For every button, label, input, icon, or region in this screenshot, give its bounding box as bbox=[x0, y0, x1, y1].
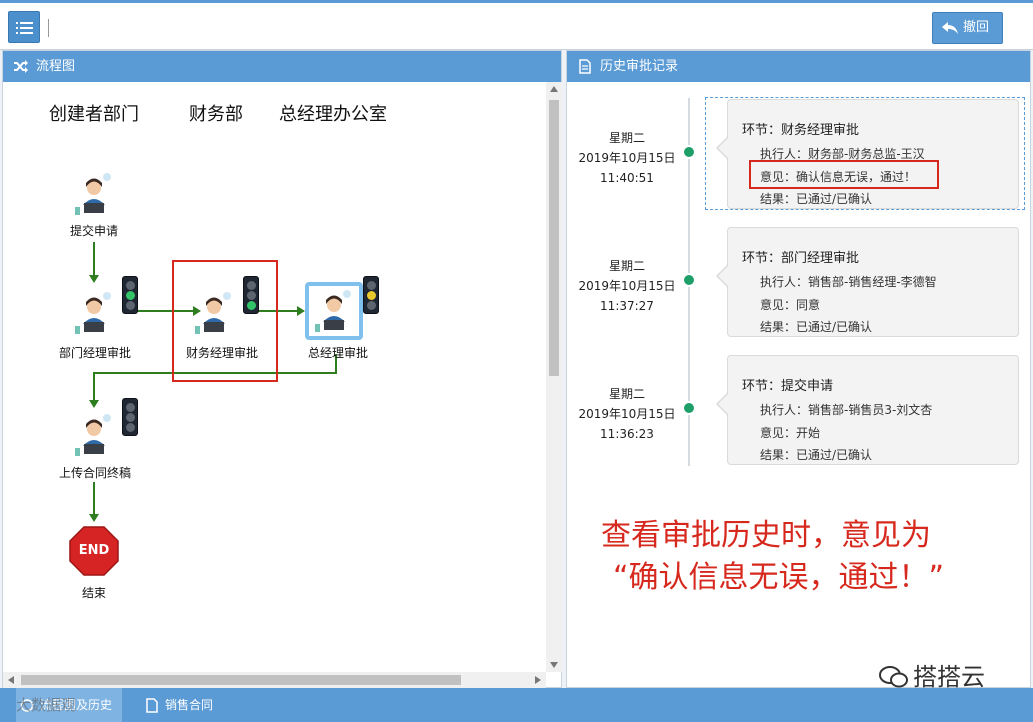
record-2-time: 11:37:27 bbox=[600, 299, 654, 313]
menu-list-button[interactable] bbox=[8, 11, 40, 43]
flow-vertical-scroll-thumb[interactable] bbox=[549, 100, 559, 376]
record-3-time: 11:36:23 bbox=[600, 427, 654, 441]
record-2-datetime: 星期二 2019年10月15日 11:37:27 bbox=[572, 256, 682, 316]
record-2-date: 2019年10月15日 bbox=[578, 279, 676, 293]
general-manager-person-icon[interactable] bbox=[311, 288, 357, 334]
upload-traffic-light-icon bbox=[122, 398, 138, 436]
flow-panel-header: 流程图 bbox=[3, 51, 561, 82]
record-2-card[interactable]: 环节：部门经理审批 执行人：销售部-销售经理-李德智 意见：同意 结果：已通过/… bbox=[716, 227, 1019, 337]
flow-panel-title: 流程图 bbox=[36, 59, 76, 74]
wechat-icon bbox=[879, 666, 908, 688]
tab-sales-contract-label: 销售合同 bbox=[165, 698, 214, 712]
revoke-button[interactable]: 撤回 bbox=[932, 12, 1003, 44]
flow-horizontal-scrollbar[interactable] bbox=[3, 672, 546, 688]
record-3-opinion: 意见：开始 bbox=[760, 426, 821, 440]
record-3-weekday: 星期二 bbox=[608, 387, 645, 401]
record-1-card[interactable]: 环节：财务经理审批 执行人：财务部-财务总监-王汉 意见：确认信息无误，通过！ … bbox=[716, 99, 1019, 209]
record-1-weekday: 星期二 bbox=[608, 131, 645, 145]
record-2-timeline-dot bbox=[682, 273, 696, 287]
record-2-opinion: 意见：同意 bbox=[760, 298, 821, 312]
scroll-down-icon[interactable] bbox=[550, 662, 558, 668]
flow-chart-panel: 流程图 创建者部门 财务部 总经理办公室 提交申请 部门经理审批 财务经理审批 … bbox=[2, 50, 562, 688]
scroll-right-icon[interactable] bbox=[535, 676, 541, 684]
annotation-line-1: 查看审批历史时，意见为 bbox=[601, 518, 931, 553]
brand-watermark: 搭搭云 bbox=[879, 657, 985, 692]
approval-history-panel: 历史审批记录 星期二 2019年10月15日 11:40:51 环节：财务经理审… bbox=[566, 50, 1031, 691]
submit-person-icon[interactable] bbox=[71, 171, 117, 217]
bottom-tab-bar: 流程图及历史 销售合同 bbox=[0, 688, 1033, 722]
finance-manager-person-icon[interactable] bbox=[191, 290, 237, 336]
record-2-result: 结果：已通过/已确认 bbox=[760, 320, 873, 334]
history-panel-title: 历史审批记录 bbox=[600, 59, 679, 74]
dept-manager-person-icon[interactable] bbox=[71, 290, 117, 336]
record-1-time: 11:40:51 bbox=[600, 171, 654, 185]
source-watermark: 大数据观 bbox=[16, 696, 77, 714]
dept-traffic-light-icon bbox=[122, 276, 138, 314]
node-end-label: 结束 bbox=[81, 586, 106, 600]
node-submit-label: 提交申请 bbox=[69, 224, 118, 238]
record-1-step: 环节：财务经理审批 bbox=[742, 123, 860, 138]
record-2-step: 环节：部门经理审批 bbox=[742, 251, 860, 266]
node-general-manager-label: 总经理审批 bbox=[307, 346, 368, 360]
annotation-line-2: “确认信息无误，通过！” bbox=[613, 560, 945, 595]
node-finance-manager-label: 财务经理审批 bbox=[185, 346, 258, 360]
flow-canvas[interactable]: 创建者部门 财务部 总经理办公室 提交申请 部门经理审批 财务经理审批 总经理审… bbox=[3, 82, 546, 672]
record-1-datetime: 星期二 2019年10月15日 11:40:51 bbox=[572, 128, 682, 188]
document-icon bbox=[579, 59, 591, 74]
end-badge-text: END bbox=[78, 543, 110, 558]
scroll-up-icon[interactable] bbox=[550, 86, 558, 92]
finance-traffic-light-icon bbox=[243, 276, 259, 314]
record-3-datetime: 星期二 2019年10月15日 11:36:23 bbox=[572, 384, 682, 444]
record-3-card[interactable]: 环节：提交申请 执行人：销售部-销售员3-刘文杏 意见：开始 结果：已通过/已确… bbox=[716, 355, 1019, 465]
brand-name: 搭搭云 bbox=[913, 663, 985, 691]
node-upload-contract-label: 上传合同终稿 bbox=[58, 466, 131, 480]
record-3-step: 环节：提交申请 bbox=[742, 379, 834, 394]
record-1-date: 2019年10月15日 bbox=[578, 151, 676, 165]
record-3-timeline-dot bbox=[682, 401, 696, 415]
gm-traffic-light-icon bbox=[363, 276, 379, 314]
record-3-date: 2019年10月15日 bbox=[578, 407, 676, 421]
scroll-left-icon[interactable] bbox=[8, 676, 14, 684]
record-3-operator: 执行人：销售部-销售员3-刘文杏 bbox=[760, 403, 933, 417]
red-annotation-text: 查看审批历史时，意见为 “确认信息无误，通过！” bbox=[601, 515, 1021, 599]
node-dept-manager-label: 部门经理审批 bbox=[58, 346, 131, 360]
flow-vertical-scrollbar[interactable] bbox=[546, 82, 562, 672]
record-1-result: 结果：已通过/已确认 bbox=[760, 192, 873, 206]
record-1-opinion-highlight-box bbox=[749, 160, 939, 189]
undo-icon bbox=[942, 22, 958, 34]
history-panel-header: 历史审批记录 bbox=[567, 51, 1030, 82]
record-1-timeline-dot bbox=[682, 145, 696, 159]
top-toolbar: 撤回 bbox=[0, 0, 1033, 50]
shuffle-icon bbox=[14, 60, 28, 73]
flow-horizontal-scroll-thumb[interactable] bbox=[21, 675, 461, 685]
toolbar-separator bbox=[48, 19, 49, 37]
record-3-result: 结果：已通过/已确认 bbox=[760, 448, 873, 462]
revoke-label: 撤回 bbox=[963, 20, 990, 35]
record-2-weekday: 星期二 bbox=[608, 259, 645, 273]
tab-sales-contract[interactable]: 销售合同 bbox=[141, 688, 213, 722]
document-icon bbox=[146, 698, 158, 713]
upload-contract-person-icon[interactable] bbox=[71, 412, 117, 458]
record-2-operator: 执行人：销售部-销售经理-李德智 bbox=[760, 275, 937, 289]
